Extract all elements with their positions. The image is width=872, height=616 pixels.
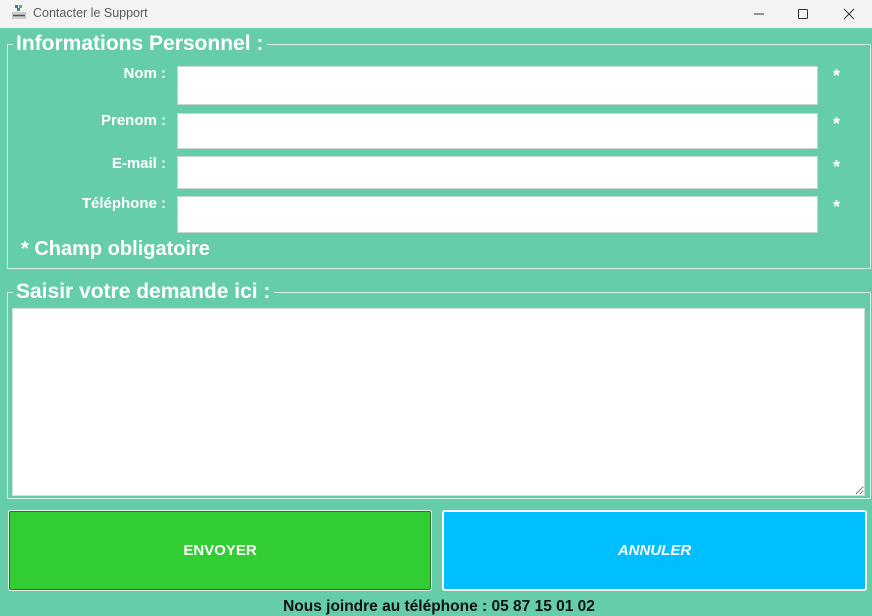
cancel-button-label: ANNULER	[617, 542, 692, 559]
prenom-required-mark: *	[833, 114, 841, 134]
support-phone-footer: Nous joindre au téléphone : 05 87 15 01 …	[283, 598, 595, 615]
close-icon	[843, 8, 855, 20]
prenom-field[interactable]	[177, 113, 818, 149]
window-title: Contacter le Support	[33, 6, 148, 20]
nom-label: Nom :	[123, 65, 167, 82]
prenom-label: Prenom :	[100, 112, 166, 129]
maximize-button[interactable]	[780, 0, 826, 28]
telephone-required-mark: *	[833, 197, 841, 217]
email-field[interactable]	[177, 156, 818, 189]
minimize-button[interactable]	[736, 0, 782, 28]
send-button[interactable]: ENVOYER	[8, 510, 432, 591]
cancel-button[interactable]: ANNULER	[442, 510, 867, 591]
minimize-icon	[754, 13, 764, 15]
email-label: E-mail :	[111, 155, 166, 172]
required-fields-note: * Champ obligatoire	[21, 238, 210, 260]
email-required-mark: *	[833, 157, 841, 177]
title-bar[interactable]: Contacter le Support	[0, 0, 872, 28]
request-textarea[interactable]	[12, 308, 865, 496]
personal-info-legend: Informations Personnel :	[16, 32, 264, 55]
form-area: Informations Personnel : Nom : * Prenom …	[0, 28, 872, 616]
contact-support-window: Contacter le Support Informations Person…	[0, 0, 872, 616]
nom-field[interactable]	[177, 66, 818, 105]
app-logo-icon	[12, 5, 26, 19]
send-button-label: ENVOYER	[183, 542, 257, 559]
telephone-field[interactable]	[177, 196, 818, 233]
telephone-label: Téléphone :	[81, 195, 166, 212]
request-legend: Saisir votre demande ici :	[16, 280, 271, 303]
close-button[interactable]	[826, 0, 872, 28]
maximize-icon	[798, 9, 808, 19]
nom-required-mark: *	[833, 66, 841, 86]
